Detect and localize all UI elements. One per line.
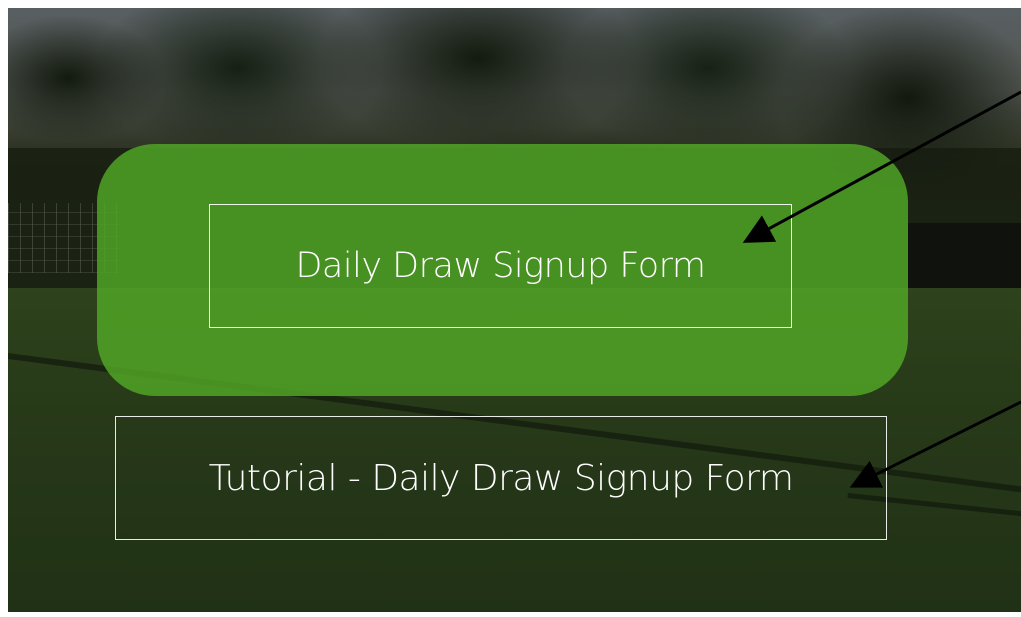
daily-draw-signup-button[interactable]: Daily Draw Signup Form (209, 204, 792, 328)
tutorial-signup-button[interactable]: Tutorial - Daily Draw Signup Form (115, 416, 887, 540)
screenshot-frame: Daily Draw Signup Form Tutorial - Daily … (0, 0, 1021, 617)
